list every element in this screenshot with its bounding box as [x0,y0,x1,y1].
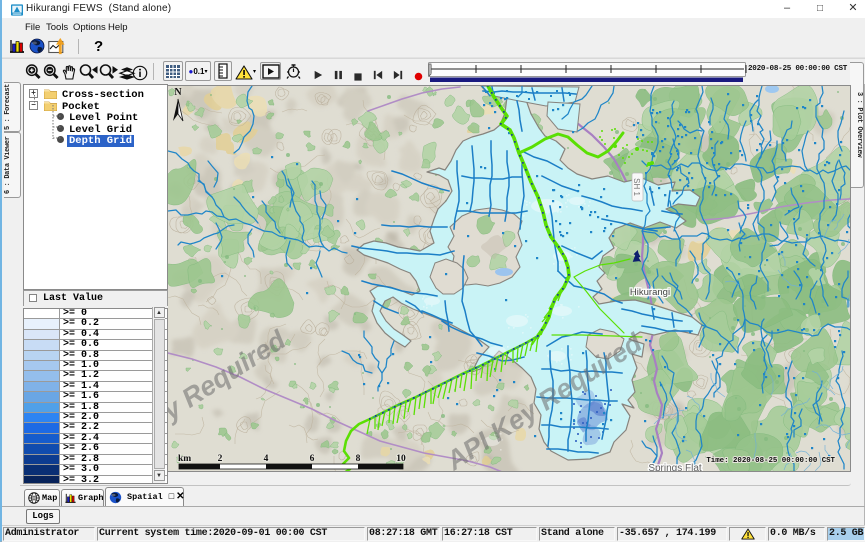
svg-text:Time: 2020-08-25 00:00:00 CST: Time: 2020-08-25 00:00:00 CST [706,457,835,465]
svg-text:4: 4 [264,454,269,464]
svg-text:Hikurangi: Hikurangi [630,287,670,298]
svg-text:km: km [178,454,191,464]
svg-text:SH 1: SH 1 [632,178,641,196]
svg-text:8: 8 [356,454,361,464]
svg-text:10: 10 [396,454,406,464]
svg-text:N: N [174,87,182,98]
svg-text:6: 6 [310,454,315,464]
svg-text:Springs Flat: Springs Flat [648,463,702,472]
svg-text:2: 2 [218,454,223,464]
